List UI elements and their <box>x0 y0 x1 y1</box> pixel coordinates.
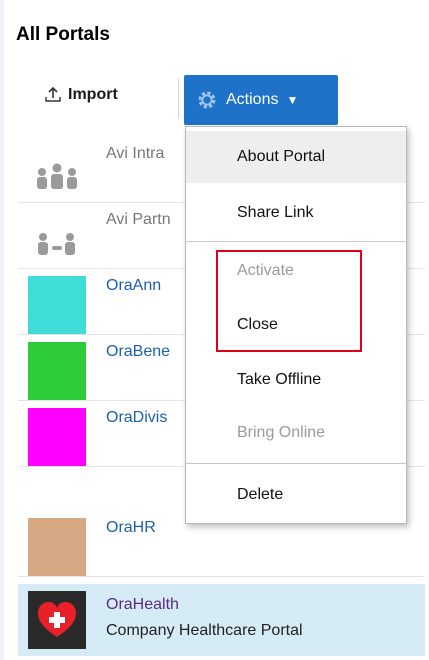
import-button[interactable]: Import <box>44 86 118 104</box>
import-icon <box>45 86 61 102</box>
people-partner-icon <box>38 233 75 255</box>
highlight-annotation-box <box>216 250 362 352</box>
menu-item-delete[interactable]: Delete <box>186 469 406 521</box>
portal-name[interactable]: Avi Partn <box>106 211 171 229</box>
actions-label: Actions <box>226 91 279 108</box>
portal-description: Company Healthcare Portal <box>106 622 303 639</box>
gear-icon <box>198 91 216 109</box>
portal-name[interactable]: OraBene <box>106 343 170 361</box>
portal-color-thumbnail <box>28 518 86 576</box>
import-label: Import <box>68 86 118 103</box>
portal-color-thumbnail <box>28 276 86 334</box>
portal-name[interactable]: Avi Intra <box>106 145 164 163</box>
menu-separator <box>186 241 406 242</box>
actions-button[interactable]: Actions ▼ <box>184 75 338 125</box>
menu-separator <box>186 463 406 464</box>
menu-item-take-offline[interactable]: Take Offline <box>186 354 406 406</box>
menu-item-share-link[interactable]: Share Link <box>186 187 406 239</box>
toolbar-divider <box>178 78 179 118</box>
portal-row-selected[interactable]: OraHealth Company Healthcare Portal <box>18 584 425 656</box>
portal-name[interactable]: OraHealth <box>106 596 179 614</box>
portal-color-thumbnail <box>28 342 86 400</box>
portal-name[interactable]: OraDivis <box>106 409 167 427</box>
caret-down-icon: ▼ <box>286 93 299 107</box>
portal-name[interactable]: OraAnn <box>106 277 161 295</box>
portal-name[interactable]: OraHR <box>106 519 156 537</box>
heart-icon <box>28 591 86 649</box>
people-group-icon <box>37 163 77 189</box>
portal-color-thumbnail <box>28 408 86 466</box>
menu-item-about-portal[interactable]: About Portal <box>186 131 406 183</box>
page-title: All Portals <box>16 24 110 45</box>
menu-item-bring-online: Bring Online <box>237 424 326 441</box>
